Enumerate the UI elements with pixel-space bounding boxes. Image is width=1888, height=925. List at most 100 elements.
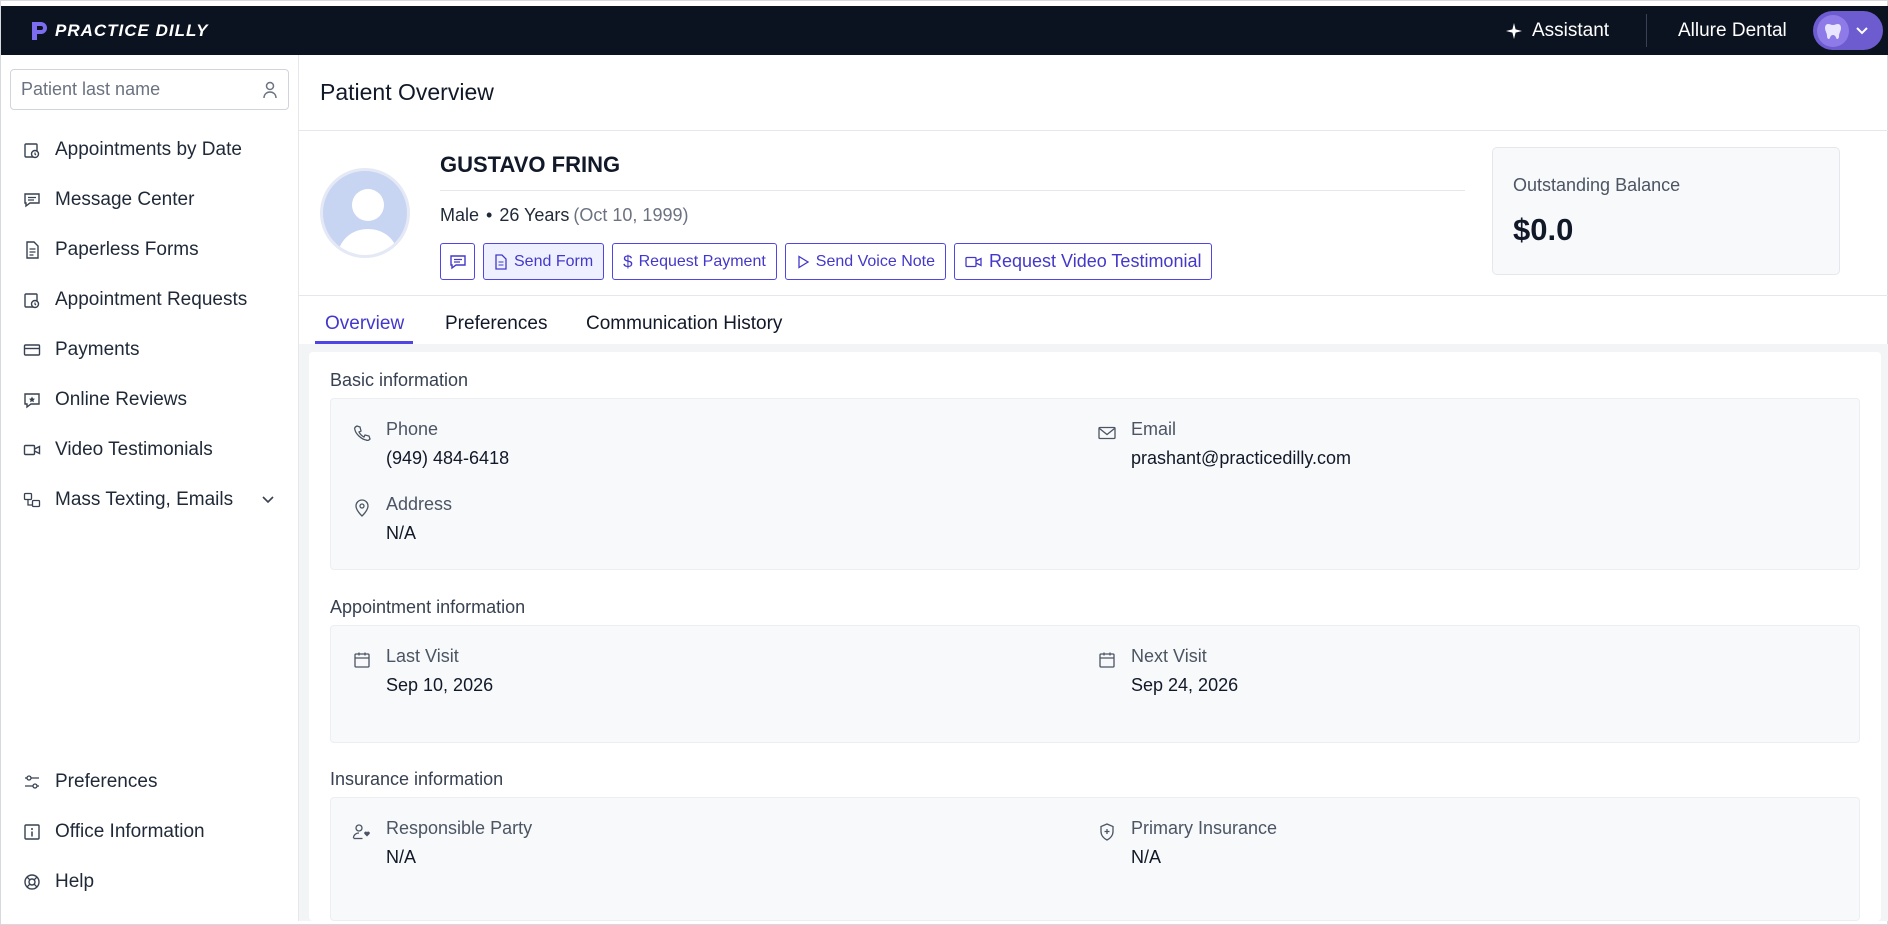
email-value: prashant@practicedilly.com bbox=[1131, 448, 1352, 468]
appointment-info-box: Last Visit Sep 10, 2026 Next Visit Sep 2… bbox=[330, 625, 1860, 743]
outstanding-balance-card: Outstanding Balance $0.0 bbox=[1492, 147, 1840, 275]
primary-insurance-value: N/A bbox=[1131, 847, 1162, 867]
logo-icon bbox=[32, 21, 47, 40]
person-icon bbox=[263, 81, 277, 98]
assistant-label: Assistant bbox=[1532, 19, 1610, 41]
address-field: Address N/A bbox=[352, 494, 452, 544]
sidebar-item-mass-texting[interactable]: Mass Texting, Emails bbox=[23, 485, 283, 515]
top-bar: PRACTICE DILLY Assistant Allure Dental bbox=[1, 6, 1888, 55]
request-payment-label: Request Payment bbox=[638, 252, 766, 270]
sidebar-item-label: Video Testimonials bbox=[55, 439, 213, 460]
sidebar-item-label: Paperless Forms bbox=[55, 239, 199, 260]
document-icon bbox=[23, 241, 41, 259]
next-visit-label: Next Visit bbox=[1131, 646, 1207, 666]
calendar-clock-icon bbox=[23, 141, 41, 159]
chevron-down-icon bbox=[262, 496, 274, 504]
sidebar-item-label: Help bbox=[55, 871, 95, 892]
responsible-party-label: Responsible Party bbox=[386, 818, 533, 838]
calendar-clock-icon bbox=[23, 291, 41, 309]
insurance-info-box: Responsible Party N/A Primary Insurance … bbox=[330, 797, 1860, 921]
sidebar-item-appointment-requests[interactable]: Appointment Requests bbox=[23, 285, 283, 315]
account-menu[interactable] bbox=[1813, 11, 1883, 50]
app-window: PRACTICE DILLY Assistant Allure Dental P… bbox=[0, 0, 1888, 925]
sidebar-item-label: Online Reviews bbox=[55, 389, 187, 410]
patient-search bbox=[10, 69, 289, 110]
patient-actions: Send Form $ Request Payment Send Voice N… bbox=[440, 243, 1213, 280]
responsible-party-value: N/A bbox=[386, 847, 417, 867]
tab-preferences[interactable]: Preferences bbox=[445, 313, 547, 335]
sidebar-item-office-information[interactable]: Office Information bbox=[23, 817, 283, 847]
person-silhouette-icon bbox=[337, 189, 399, 255]
video-icon bbox=[965, 256, 982, 267]
patient-search-input[interactable] bbox=[21, 79, 262, 100]
message-button[interactable] bbox=[440, 243, 475, 280]
dollar-icon: $ bbox=[623, 251, 633, 271]
tab-communication-history[interactable]: Communication History bbox=[586, 313, 782, 335]
card-icon bbox=[23, 341, 41, 359]
patient-gender: Male bbox=[440, 205, 480, 225]
office-avatar bbox=[1817, 14, 1849, 47]
section-title-appointment: Appointment information bbox=[330, 597, 526, 617]
section-title-insurance: Insurance information bbox=[330, 769, 504, 789]
divider bbox=[440, 190, 1465, 191]
message-icon bbox=[23, 191, 41, 209]
sparkle-icon bbox=[1506, 22, 1522, 39]
patient-name: GUSTAVO FRING bbox=[440, 152, 621, 177]
sidebar-item-online-reviews[interactable]: Online Reviews bbox=[23, 385, 283, 415]
sidebar-item-paperless-forms[interactable]: Paperless Forms bbox=[23, 235, 283, 265]
document-icon bbox=[495, 253, 507, 270]
sidebar-item-preferences[interactable]: Preferences bbox=[23, 767, 283, 797]
send-voice-note-button[interactable]: Send Voice Note bbox=[784, 243, 946, 280]
request-video-testimonial-button[interactable]: Request Video Testimonial bbox=[954, 243, 1213, 280]
broadcast-icon bbox=[23, 491, 41, 509]
calendar-icon bbox=[352, 650, 372, 670]
tab-overview[interactable]: Overview bbox=[325, 313, 404, 335]
sidebar-item-label: Appointment Requests bbox=[55, 289, 248, 310]
sidebar-item-label: Preferences bbox=[55, 771, 158, 792]
patient-avatar bbox=[320, 168, 410, 258]
phone-label: Phone bbox=[386, 419, 439, 439]
sidebar-item-appointments-by-date[interactable]: Appointments by Date bbox=[23, 135, 283, 165]
review-icon bbox=[23, 391, 41, 409]
assistant-button[interactable]: Assistant bbox=[1506, 6, 1609, 55]
info-icon bbox=[23, 823, 41, 841]
email-label: Email bbox=[1131, 419, 1177, 439]
video-icon bbox=[23, 441, 41, 459]
next-visit-value: Sep 24, 2026 bbox=[1131, 675, 1239, 695]
brand-logo[interactable]: PRACTICE DILLY bbox=[29, 6, 208, 55]
sidebar-item-label: Message Center bbox=[55, 189, 195, 210]
phone-value: (949) 484-6418 bbox=[386, 448, 510, 468]
sidebar-item-video-testimonials[interactable]: Video Testimonials bbox=[23, 435, 283, 465]
sidebar-item-label: Office Information bbox=[55, 821, 205, 842]
last-visit-value: Sep 10, 2026 bbox=[386, 675, 494, 695]
overview-panel: Basic information Phone (949) 484-6418 E… bbox=[309, 352, 1881, 921]
address-value: N/A bbox=[386, 523, 417, 543]
lifebuoy-icon bbox=[23, 873, 41, 891]
send-form-button[interactable]: Send Form bbox=[483, 243, 605, 280]
tooth-icon bbox=[1825, 23, 1841, 39]
sidebar-item-message-center[interactable]: Message Center bbox=[23, 185, 283, 215]
patient-age: 26 Years bbox=[499, 205, 570, 225]
phone-field: Phone (949) 484-6418 bbox=[352, 419, 509, 469]
last-visit-field: Last Visit Sep 10, 2026 bbox=[352, 646, 493, 696]
sidebar-item-payments[interactable]: Payments bbox=[23, 335, 283, 365]
main-content: Patient Overview GUSTAVO FRING Male • 26… bbox=[299, 55, 1888, 921]
sidebar-item-label: Mass Texting, Emails bbox=[55, 489, 234, 510]
patient-demographics: Male • 26 Years (Oct 10, 1999) bbox=[440, 205, 688, 226]
office-name[interactable]: Allure Dental bbox=[1678, 6, 1787, 55]
send-form-label: Send Form bbox=[514, 252, 594, 270]
mail-icon bbox=[1097, 423, 1117, 443]
last-visit-label: Last Visit bbox=[386, 646, 459, 666]
sidebar-item-label: Appointments by Date bbox=[55, 139, 242, 160]
responsible-party-field: Responsible Party N/A bbox=[352, 818, 532, 868]
request-payment-button[interactable]: $ Request Payment bbox=[612, 243, 777, 280]
calendar-icon bbox=[1097, 650, 1117, 670]
patient-dob: (Oct 10, 1999) bbox=[573, 205, 689, 225]
phone-icon bbox=[352, 423, 372, 443]
send-voice-note-label: Send Voice Note bbox=[815, 252, 935, 270]
play-icon bbox=[798, 254, 810, 269]
next-visit-field: Next Visit Sep 24, 2026 bbox=[1097, 646, 1238, 696]
message-icon bbox=[449, 254, 466, 269]
shield-plus-icon bbox=[1097, 822, 1117, 842]
sidebar-item-help[interactable]: Help bbox=[23, 867, 283, 897]
